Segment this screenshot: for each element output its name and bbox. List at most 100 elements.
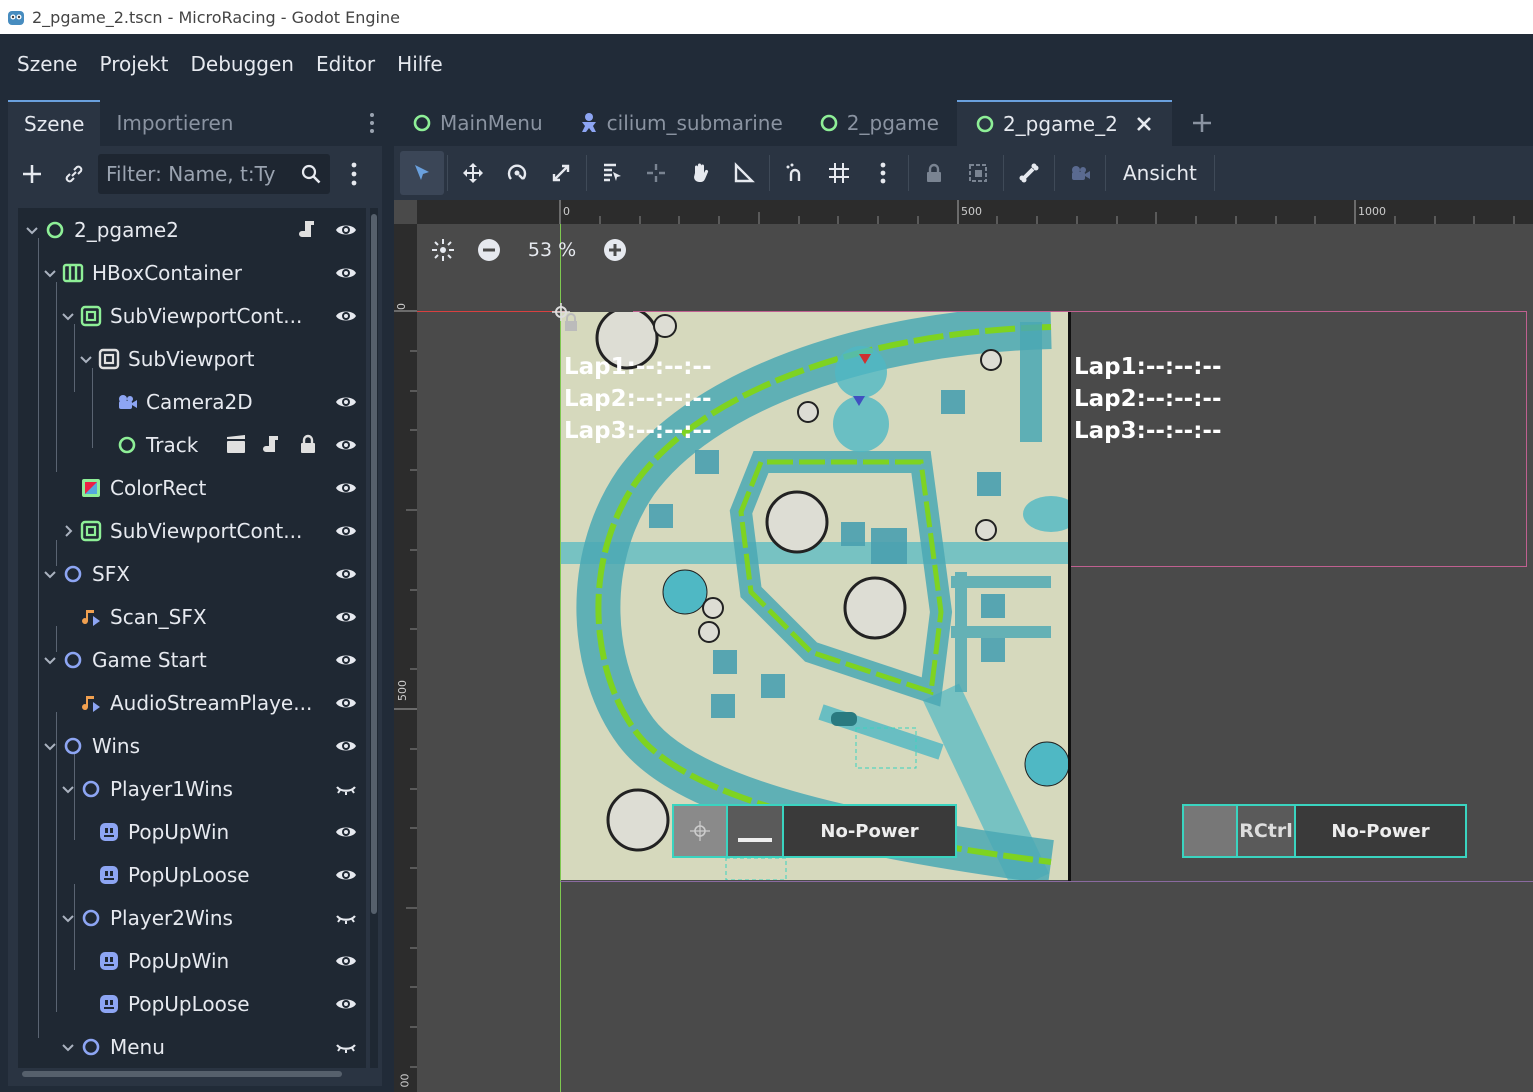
tree-horizontal-scrollbar[interactable] xyxy=(18,1068,366,1080)
add-node-button[interactable] xyxy=(14,156,50,192)
tree-row-scan-sfx[interactable]: Scan_SFX xyxy=(18,595,366,638)
zoom-level[interactable]: 53 % xyxy=(517,239,587,261)
eye-visible-icon[interactable] xyxy=(334,476,358,500)
menu-szene[interactable]: Szene xyxy=(6,44,88,84)
tree-row-subviewportcontainer[interactable]: SubViewportCont... xyxy=(18,294,366,337)
scale-mode-button[interactable] xyxy=(539,151,583,195)
eye-visible-icon[interactable] xyxy=(334,648,358,672)
grid-snap-button[interactable] xyxy=(817,151,861,195)
canvas-viewport[interactable]: Lap1:--:--:-- Lap2:--:--:-- Lap3:--:--:-… xyxy=(417,224,1533,1092)
tree-row-player2wins[interactable]: Player2Wins xyxy=(18,896,366,939)
collapse-arrow-icon[interactable] xyxy=(42,566,58,582)
collapse-arrow-icon[interactable] xyxy=(78,351,94,367)
view-menu-button[interactable]: Ansicht xyxy=(1109,151,1211,195)
collapse-arrow-icon[interactable] xyxy=(42,265,58,281)
menu-projekt[interactable]: Projekt xyxy=(88,44,179,84)
collapse-arrow-icon[interactable] xyxy=(24,222,40,238)
eye-visible-icon[interactable] xyxy=(334,949,358,973)
tree-vertical-scrollbar[interactable] xyxy=(370,208,378,1068)
horizontal-ruler[interactable]: 0 500 1000 xyxy=(417,200,1533,224)
tab-importieren[interactable]: Importieren xyxy=(100,100,249,146)
filter-nodes-input[interactable]: Filter: Name, t:Ty xyxy=(98,154,330,194)
group-selected-button[interactable] xyxy=(956,151,1000,195)
tree-row-popupwin-2[interactable]: PopUpWin xyxy=(18,939,366,982)
tree-row-wins[interactable]: Wins xyxy=(18,724,366,767)
selection-pivot-icon[interactable] xyxy=(550,301,582,337)
tree-row-audiostreamplayer[interactable]: AudioStreamPlaye... xyxy=(18,681,366,724)
collapse-arrow-icon[interactable] xyxy=(60,308,76,324)
smart-snap-button[interactable] xyxy=(773,151,817,195)
zoom-in-button[interactable] xyxy=(597,232,633,268)
menu-hilfe[interactable]: Hilfe xyxy=(386,44,454,84)
tree-row-player1wins[interactable]: Player1Wins xyxy=(18,767,366,810)
eye-visible-icon[interactable] xyxy=(334,390,358,414)
vertical-ruler[interactable]: 0 500 00 xyxy=(394,224,417,1092)
rotate-mode-button[interactable] xyxy=(495,151,539,195)
center-view-button[interactable] xyxy=(425,232,461,268)
camera-override-button[interactable] xyxy=(1058,151,1102,195)
tree-row-popuploose[interactable]: PopUpLoose xyxy=(18,853,366,896)
collapse-arrow-icon[interactable] xyxy=(60,781,76,797)
expand-arrow-icon[interactable] xyxy=(60,523,76,539)
scene-tab-mainmenu[interactable]: MainMenu xyxy=(394,100,561,146)
power-hud-left[interactable]: No-Power xyxy=(672,804,957,858)
script-icon[interactable] xyxy=(296,217,320,241)
tree-row-camera2d[interactable]: Camera2D xyxy=(18,380,366,423)
menu-editor[interactable]: Editor xyxy=(305,44,386,84)
zoom-out-button[interactable] xyxy=(471,232,507,268)
list-select-button[interactable] xyxy=(590,151,634,195)
snap-options-button[interactable] xyxy=(861,151,905,195)
collapse-arrow-icon[interactable] xyxy=(42,652,58,668)
tree-row-sfx[interactable]: SFX xyxy=(18,552,366,595)
tab-szene[interactable]: Szene xyxy=(8,100,101,146)
tree-row-game-start[interactable]: Game Start xyxy=(18,638,366,681)
close-icon[interactable] xyxy=(1134,114,1154,134)
eye-visible-icon[interactable] xyxy=(334,304,358,328)
tree-row-subviewportcontainer-2[interactable]: SubViewportCont... xyxy=(18,509,366,552)
scene-tab-2-pgame[interactable]: 2_pgame xyxy=(801,100,957,146)
ruler-mode-button[interactable] xyxy=(722,151,766,195)
eye-visible-icon[interactable] xyxy=(334,691,358,715)
tree-row-subviewport[interactable]: SubViewport xyxy=(18,337,366,380)
eye-hidden-icon[interactable] xyxy=(334,906,358,930)
scene-tree-menu-button[interactable] xyxy=(336,156,372,192)
tree-row-2-pgame2[interactable]: 2_pgame2 xyxy=(18,208,366,251)
eye-visible-icon[interactable] xyxy=(334,218,358,242)
eye-hidden-icon[interactable] xyxy=(334,1035,358,1059)
pivot-mode-button[interactable] xyxy=(634,151,678,195)
script-icon[interactable] xyxy=(260,432,284,456)
ruler-corner[interactable] xyxy=(394,200,417,224)
eye-hidden-icon[interactable] xyxy=(334,777,358,801)
eye-visible-icon[interactable] xyxy=(334,605,358,629)
tree-row-track[interactable]: Track xyxy=(18,423,366,466)
power-hud-right[interactable]: RCtrl No-Power xyxy=(1182,804,1467,858)
eye-visible-icon[interactable] xyxy=(334,734,358,758)
eye-visible-icon[interactable] xyxy=(334,820,358,844)
eye-visible-icon[interactable] xyxy=(334,261,358,285)
select-mode-button[interactable] xyxy=(400,151,444,195)
dock-menu-icon[interactable] xyxy=(362,100,382,146)
clapperboard-icon[interactable] xyxy=(224,432,248,456)
eye-visible-icon[interactable] xyxy=(334,992,358,1016)
collapse-arrow-icon[interactable] xyxy=(42,738,58,754)
instance-scene-button[interactable] xyxy=(56,156,92,192)
move-mode-button[interactable] xyxy=(451,151,495,195)
tree-row-hboxcontainer[interactable]: HBoxContainer xyxy=(18,251,366,294)
collapse-arrow-icon[interactable] xyxy=(60,910,76,926)
skeleton-options-button[interactable] xyxy=(1007,151,1051,195)
scene-tab-2-pgame-2[interactable]: 2_pgame_2 xyxy=(956,100,1172,146)
tree-row-popuploose-2[interactable]: PopUpLoose xyxy=(18,982,366,1025)
eye-visible-icon[interactable] xyxy=(334,863,358,887)
lock-icon[interactable] xyxy=(296,432,320,456)
eye-visible-icon[interactable] xyxy=(334,433,358,457)
menu-debuggen[interactable]: Debuggen xyxy=(180,44,305,84)
new-scene-tab-button[interactable] xyxy=(1172,100,1232,146)
tree-row-popupwin[interactable]: PopUpWin xyxy=(18,810,366,853)
collapse-arrow-icon[interactable] xyxy=(60,1039,76,1055)
eye-visible-icon[interactable] xyxy=(334,519,358,543)
tree-row-colorrect[interactable]: ColorRect xyxy=(18,466,366,509)
scene-tab-cilium-submarine[interactable]: cilium_submarine xyxy=(561,100,801,146)
pan-mode-button[interactable] xyxy=(678,151,722,195)
eye-visible-icon[interactable] xyxy=(334,562,358,586)
lock-selected-button[interactable] xyxy=(912,151,956,195)
